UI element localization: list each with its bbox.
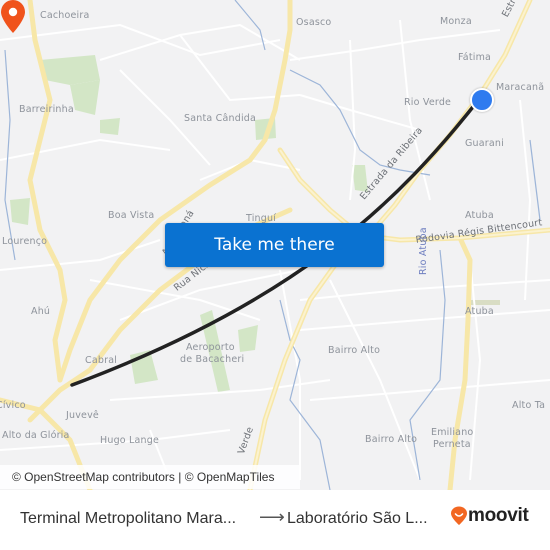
neighborhood-label: Boa Vista — [108, 210, 155, 221]
neighborhood-label: Osasco — [296, 17, 332, 28]
neighborhood-label: de Bacacheri — [180, 354, 245, 365]
neighborhood-label: Atuba — [465, 306, 494, 317]
neighborhood-label: Alto da Glória — [2, 430, 70, 441]
arrow-right-icon: ⟶ — [259, 507, 285, 527]
neighborhood-label: Aeroporto — [186, 342, 235, 353]
neighborhood-label: Bairro Alto — [365, 434, 418, 445]
destination-pin-icon[interactable] — [0, 0, 26, 34]
map-attribution[interactable]: © OpenStreetMap contributors | © OpenMap… — [0, 465, 300, 489]
neighborhood-label: Juvevê — [66, 410, 99, 421]
neighborhood-label: Ahú — [31, 306, 51, 317]
moovit-wordmark: moovit — [468, 505, 529, 526]
neighborhood-label: Cachoeira — [40, 10, 90, 21]
neighborhood-label: Monza — [440, 16, 472, 27]
neighborhood-label: Rio Verde — [404, 97, 452, 108]
destination-name: Laboratório São L... — [287, 510, 428, 527]
neighborhood-label: Perneta — [433, 439, 471, 450]
neighborhood-label: Alto Ta — [512, 400, 546, 411]
moovit-logo[interactable]: moovit — [450, 505, 529, 527]
neighborhood-label: Maracanã — [496, 82, 545, 93]
origin-name: Terminal Metropolitano Mara... — [20, 510, 237, 527]
footer: Terminal Metropolitano Mara... ⟶ Laborat… — [0, 490, 550, 550]
neighborhood-label: Lourenço — [2, 236, 48, 247]
neighborhood-label: Atuba — [465, 210, 494, 221]
take-me-there-button[interactable]: Take me there — [165, 223, 384, 267]
map[interactable]: Cachoeira Osasco Monza Fátima Maracanã Barrei… — [0, 0, 550, 490]
moovit-pin-icon — [451, 506, 467, 525]
neighborhood-label: Emiliano — [431, 427, 474, 438]
neighborhood-label: Bairro Alto — [328, 345, 381, 356]
river-label: Rio Atuba — [418, 227, 429, 275]
neighborhood-label: Santa Cândida — [184, 113, 257, 124]
neighborhood-label: Cívico — [0, 400, 26, 411]
neighborhood-label: Hugo Lange — [100, 435, 160, 446]
neighborhood-label: Guarani — [465, 138, 504, 149]
origin-marker[interactable] — [470, 88, 494, 112]
neighborhood-label: Barreirinha — [19, 104, 74, 115]
neighborhood-label: Cabral — [85, 355, 118, 366]
neighborhood-label: Fátima — [458, 52, 492, 63]
